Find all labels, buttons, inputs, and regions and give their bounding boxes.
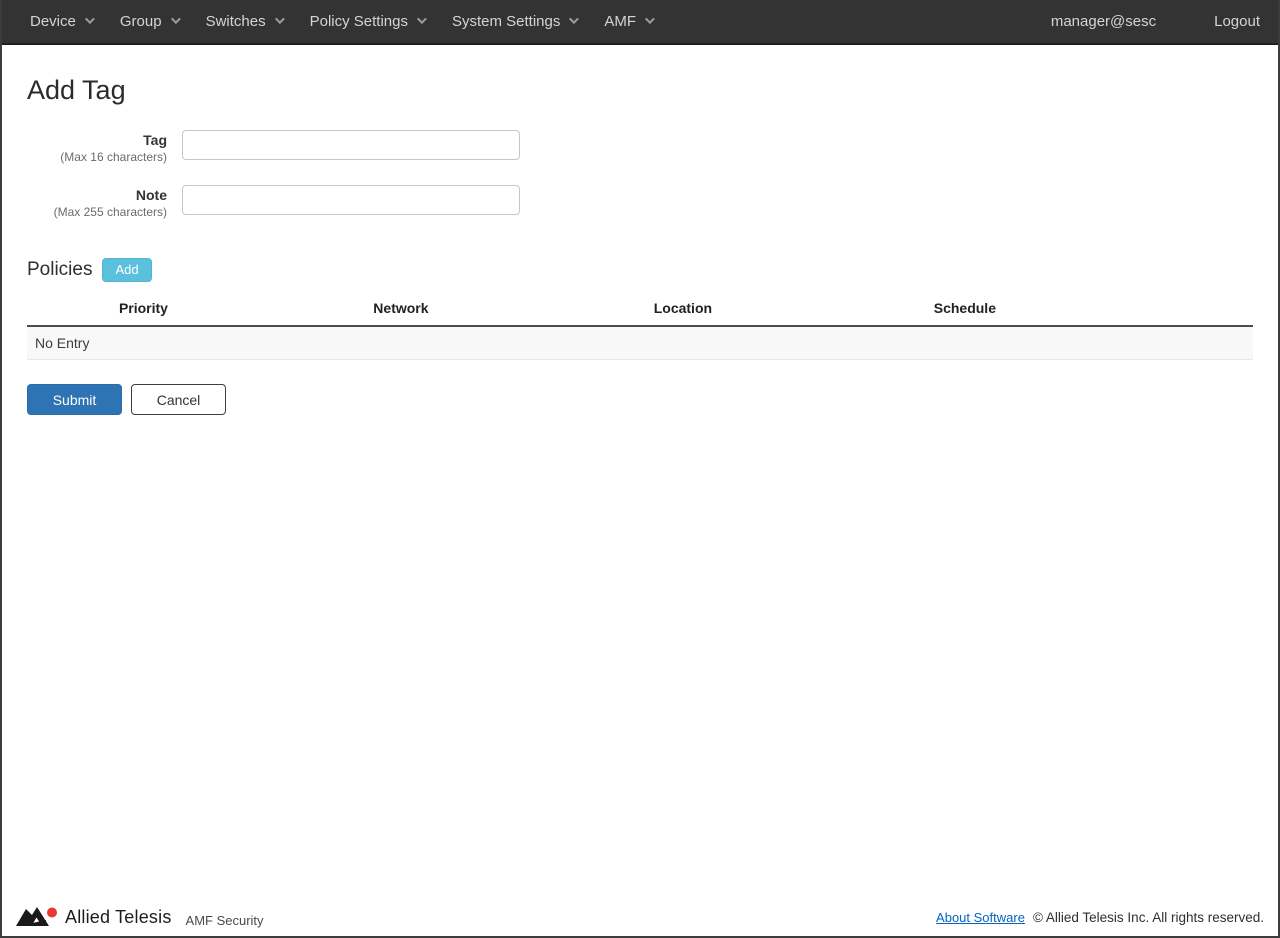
cancel-button[interactable]: Cancel: [131, 384, 226, 415]
about-software-link[interactable]: About Software: [936, 910, 1025, 925]
page-title: Add Tag: [27, 75, 1253, 106]
chevron-down-icon: [569, 14, 579, 24]
tag-input[interactable]: [182, 130, 520, 160]
main-content: Add Tag Tag (Max 16 characters) Note (Ma…: [2, 45, 1278, 904]
column-header-network: Network: [260, 296, 542, 326]
submit-button[interactable]: Submit: [27, 384, 122, 415]
footer-brand-block: Allied Telesis AMF Security: [16, 906, 936, 928]
nav-item-label: Group: [120, 13, 162, 30]
note-label: Note: [27, 187, 167, 204]
note-label-hint: (Max 255 characters): [27, 204, 167, 220]
nav-menu: Device Group Switches Policy Settings Sy…: [16, 0, 1041, 43]
tag-label-hint: (Max 16 characters): [27, 149, 167, 165]
form-actions: Submit Cancel: [27, 384, 1253, 415]
chevron-down-icon: [85, 14, 95, 24]
column-header-schedule: Schedule: [824, 296, 1106, 326]
chevron-down-icon: [171, 14, 181, 24]
nav-item-label: Switches: [206, 13, 266, 30]
add-policy-button[interactable]: Add: [102, 258, 151, 282]
tag-label: Tag: [27, 132, 167, 149]
nav-item-system-settings[interactable]: System Settings: [438, 0, 590, 43]
nav-right: manager@sesc Logout: [1041, 13, 1264, 30]
policies-table-header-row: Priority Network Location Schedule: [27, 296, 1253, 326]
policies-header: Policies Add: [27, 258, 1253, 282]
product-name: AMF Security: [186, 913, 264, 928]
nav-item-label: Device: [30, 13, 76, 30]
chevron-down-icon: [645, 14, 655, 24]
brand-name: Allied Telesis: [65, 907, 172, 928]
copyright-text: © Allied Telesis Inc. All rights reserve…: [1033, 910, 1264, 925]
nav-item-device[interactable]: Device: [16, 0, 106, 43]
tag-form-row: Tag (Max 16 characters): [27, 130, 1253, 165]
column-header-location: Location: [542, 296, 824, 326]
policies-section-title: Policies: [27, 259, 92, 281]
nav-item-switches[interactable]: Switches: [192, 0, 296, 43]
nav-item-label: Policy Settings: [310, 13, 408, 30]
empty-table-row: No Entry: [27, 326, 1253, 360]
nav-item-policy-settings[interactable]: Policy Settings: [296, 0, 438, 43]
column-header-priority: Priority: [27, 296, 260, 326]
column-header-actions: [1106, 296, 1253, 326]
nav-item-label: System Settings: [452, 13, 560, 30]
nav-item-group[interactable]: Group: [106, 0, 192, 43]
nav-item-amf[interactable]: AMF: [590, 0, 666, 43]
top-navbar: Device Group Switches Policy Settings Sy…: [2, 0, 1278, 45]
no-entry-cell: No Entry: [27, 326, 1253, 360]
app-window: Device Group Switches Policy Settings Sy…: [0, 0, 1280, 938]
chevron-down-icon: [275, 14, 285, 24]
tag-label-block: Tag (Max 16 characters): [27, 130, 167, 165]
allied-telesis-logo-icon: [16, 906, 58, 928]
chevron-down-icon: [417, 14, 427, 24]
nav-item-label: AMF: [604, 13, 636, 30]
page-footer: Allied Telesis AMF Security About Softwa…: [2, 904, 1278, 936]
note-label-block: Note (Max 255 characters): [27, 185, 167, 220]
note-input[interactable]: [182, 185, 520, 215]
logged-in-user: manager@sesc: [1041, 13, 1166, 30]
footer-legal-block: About Software © Allied Telesis Inc. All…: [936, 910, 1264, 925]
note-form-row: Note (Max 255 characters): [27, 185, 1253, 220]
policies-table: Priority Network Location Schedule No En…: [27, 296, 1253, 360]
logout-button[interactable]: Logout: [1210, 13, 1264, 30]
